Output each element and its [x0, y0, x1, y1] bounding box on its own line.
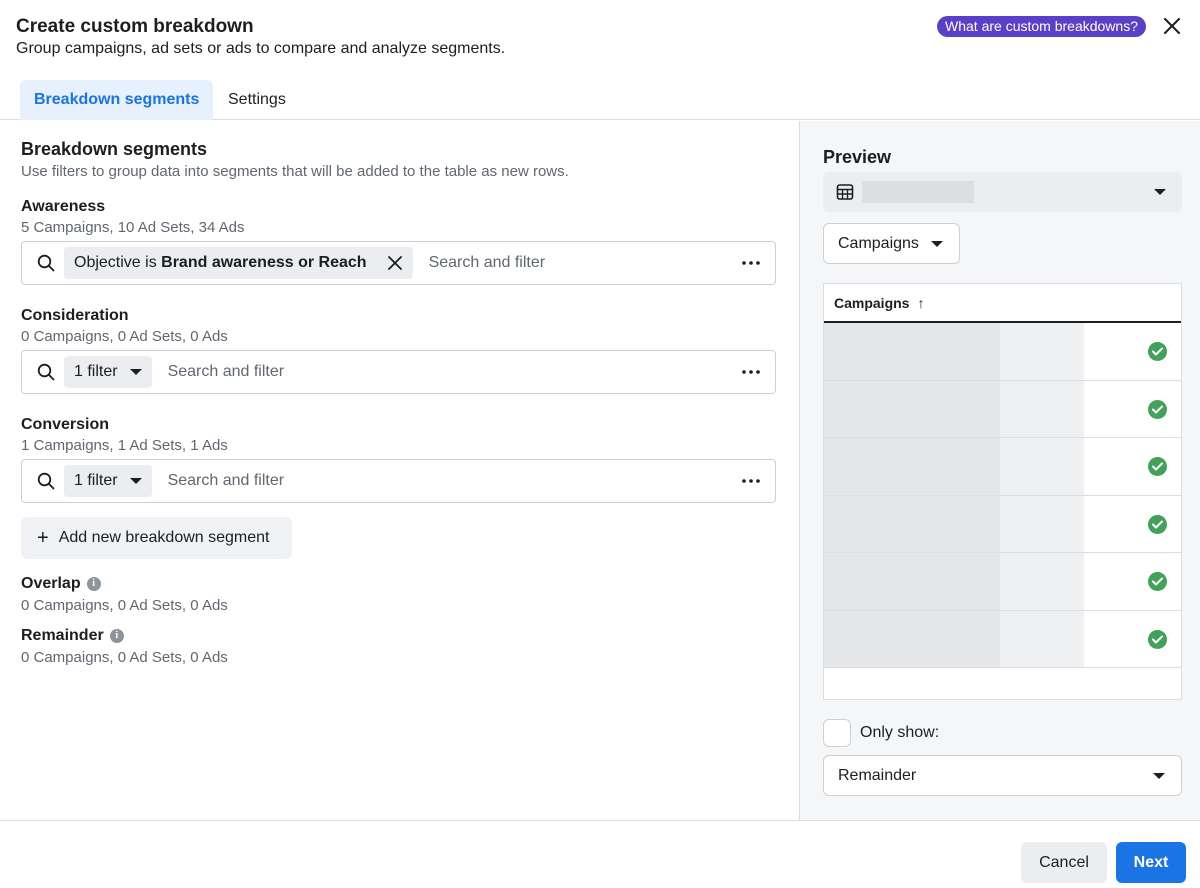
filter-dropdown-label: 1 filter	[74, 363, 118, 380]
preview-title: Preview	[823, 147, 892, 167]
redacted-value	[824, 495, 1000, 552]
remove-filter-icon[interactable]	[387, 255, 403, 271]
more-options-icon[interactable]	[739, 251, 763, 275]
dialog-header: Create custom breakdown Group campaigns,…	[0, 0, 1200, 120]
overlap-counts: 0 Campaigns, 0 Ad Sets, 0 Ads	[21, 597, 228, 614]
remainder-label: Remainder	[21, 627, 104, 644]
chevron-down-icon	[129, 369, 142, 375]
segment-name: Awareness	[21, 198, 106, 215]
preview-panel: Preview Campaigns Campaigns ↑ Only show:…	[799, 121, 1200, 820]
preview-table: Campaigns ↑	[823, 283, 1182, 700]
check-circle-icon	[1148, 399, 1167, 419]
chevron-down-icon	[1154, 189, 1166, 195]
redacted-value	[824, 553, 1000, 610]
segments-panel: Breakdown segments Use filters to group …	[0, 121, 799, 820]
redacted-value	[824, 610, 1000, 667]
redacted-value	[862, 181, 974, 203]
segment-filter-consideration: 1 filter	[21, 350, 776, 394]
plus-icon: +	[37, 527, 49, 549]
next-button[interactable]: Next	[1116, 842, 1186, 883]
preview-table-select[interactable]	[823, 172, 1182, 212]
search-icon	[36, 253, 56, 273]
info-icon[interactable]: i	[86, 576, 101, 591]
table-row[interactable]	[824, 495, 1181, 553]
search-input[interactable]	[167, 363, 739, 381]
segment-counts: 5 Campaigns, 10 Ad Sets, 34 Ads	[21, 219, 245, 236]
remainder-counts: 0 Campaigns, 0 Ad Sets, 0 Ads	[21, 649, 228, 666]
redacted-value	[1000, 553, 1084, 610]
filter-dropdown-label: 1 filter	[74, 472, 118, 489]
check-circle-icon	[1148, 514, 1167, 534]
section-title: Breakdown segments	[21, 139, 208, 159]
level-select-label: Campaigns	[838, 234, 919, 252]
close-button[interactable]	[1160, 14, 1184, 38]
only-show-checkbox[interactable]	[823, 719, 851, 747]
segment-counts: 1 Campaigns, 1 Ad Sets, 1 Ads	[21, 437, 228, 454]
filter-dropdown[interactable]: 1 filter	[64, 465, 152, 497]
segment-filter-conversion: 1 filter	[21, 459, 776, 503]
redacted-value	[824, 380, 1000, 437]
redacted-value	[1000, 610, 1084, 667]
check-circle-icon	[1148, 572, 1167, 591]
table-icon	[836, 184, 854, 200]
dialog-footer: Cancel Next	[0, 820, 1200, 888]
dialog-title: Create custom breakdown	[16, 16, 254, 37]
redacted-value	[1000, 438, 1084, 495]
search-input[interactable]	[428, 254, 739, 272]
only-show-select-label: Remainder	[838, 766, 917, 784]
chevron-down-icon	[1153, 773, 1165, 779]
tab-settings[interactable]: Settings	[214, 80, 300, 120]
overlap-title: Overlap i	[21, 575, 101, 593]
redacted-value	[1000, 380, 1084, 437]
help-link[interactable]: What are custom breakdowns?	[937, 16, 1146, 37]
cancel-button[interactable]: Cancel	[1021, 842, 1107, 883]
segment-name: Conversion	[21, 416, 110, 433]
segment-filter-awareness: Objective is Brand awareness or Reach	[21, 241, 776, 285]
level-select[interactable]: Campaigns	[823, 223, 960, 264]
search-icon	[36, 362, 56, 382]
filter-chip[interactable]: Objective is Brand awareness or Reach	[64, 247, 413, 279]
section-description: Use filters to group data into segments …	[21, 163, 569, 180]
add-segment-label: Add new breakdown segment	[58, 529, 270, 546]
redacted-value	[1000, 495, 1084, 552]
filter-chip-prefix: Objective is	[74, 254, 162, 271]
preview-rows	[824, 323, 1181, 668]
remainder-title: Remainder i	[21, 627, 124, 645]
redacted-value	[1000, 323, 1084, 380]
search-icon	[36, 471, 56, 491]
only-show-row: Only show:	[823, 719, 939, 747]
column-header-campaigns: Campaigns	[834, 294, 910, 311]
info-icon[interactable]: i	[109, 628, 124, 643]
table-header[interactable]: Campaigns ↑	[824, 284, 1181, 323]
filter-dropdown[interactable]: 1 filter	[64, 356, 152, 388]
dialog-subtitle: Group campaigns, ad sets or ads to compa…	[16, 40, 506, 57]
table-row[interactable]	[824, 553, 1181, 611]
more-options-icon[interactable]	[739, 360, 763, 384]
redacted-value	[824, 438, 1000, 495]
filter-chip-value: Brand awareness or Reach	[161, 254, 367, 271]
more-options-icon[interactable]	[739, 469, 763, 493]
table-row[interactable]	[824, 438, 1181, 496]
chevron-down-icon	[129, 478, 142, 484]
arrow-up-icon: ↑	[917, 294, 925, 311]
table-row[interactable]	[824, 323, 1181, 381]
segment-counts: 0 Campaigns, 0 Ad Sets, 0 Ads	[21, 328, 228, 345]
table-row[interactable]	[824, 380, 1181, 438]
segment-name: Consideration	[21, 307, 129, 324]
redacted-value	[824, 323, 1000, 380]
close-icon	[1164, 18, 1180, 34]
only-show-label: Only show:	[860, 724, 940, 741]
only-show-select[interactable]: Remainder	[823, 755, 1182, 796]
check-circle-icon	[1148, 342, 1167, 361]
tab-breakdown-segments[interactable]: Breakdown segments	[20, 80, 214, 120]
table-row[interactable]	[824, 610, 1181, 668]
search-input[interactable]	[167, 472, 739, 490]
check-circle-icon	[1148, 629, 1167, 649]
check-circle-icon	[1148, 457, 1167, 476]
add-segment-button[interactable]: + Add new breakdown segment	[21, 517, 292, 559]
chevron-down-icon	[930, 240, 943, 247]
overlap-label: Overlap	[21, 575, 81, 592]
